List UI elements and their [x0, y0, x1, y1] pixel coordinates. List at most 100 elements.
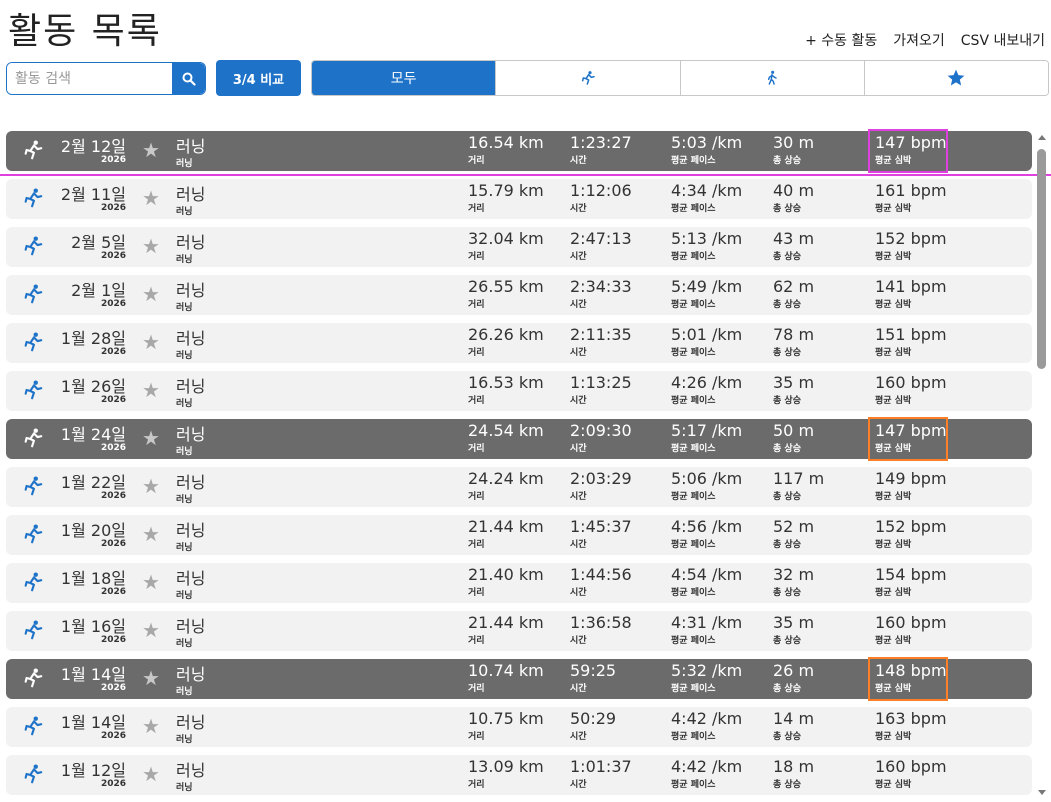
favorite-star-icon[interactable]: ★	[142, 234, 160, 258]
time-value: 1:36:58	[570, 613, 632, 632]
stat-distance: 26.26 km 거리	[468, 325, 544, 358]
running-icon	[24, 236, 43, 256]
activity-type: 러닝	[176, 351, 193, 361]
stat-heart-rate: 147 bpm 평균 심박	[875, 421, 947, 454]
filter-walking-tab[interactable]	[679, 61, 864, 95]
activity-row[interactable]: 2월 12일 2026 ★ 러닝 러닝 16.54 km 거리 1:23:27 시간 5:03 /…	[6, 129, 1032, 173]
time-label: 시간	[570, 588, 587, 598]
activity-name[interactable]: 러닝	[176, 757, 205, 781]
elevation-label: 총 상승	[773, 252, 801, 262]
activity-row[interactable]: 1월 26일 2026 ★ 러닝 러닝 16.53 km 거리 1:13:25 시간 4:26 /…	[6, 371, 1032, 411]
activity-name[interactable]: 러닝	[176, 229, 205, 253]
stat-time: 59:25 시간	[570, 661, 616, 694]
stat-distance: 24.54 km 거리	[468, 421, 544, 454]
export-csv-link[interactable]: CSV 내보내기	[961, 30, 1045, 50]
time-value: 1:12:06	[570, 181, 632, 200]
activity-row[interactable]: 2월 1일 2026 ★ 러닝 러닝 26.55 km 거리 2:34:33 시간 5:49 /k…	[6, 275, 1032, 315]
favorite-star-icon[interactable]: ★	[142, 378, 160, 402]
favorite-star-icon[interactable]: ★	[142, 522, 160, 546]
favorite-star-icon[interactable]: ★	[142, 714, 160, 738]
activity-name[interactable]: 러닝	[176, 373, 205, 397]
elevation-label: 총 상승	[773, 636, 801, 646]
activity-year: 2026	[100, 539, 126, 549]
pace-value: 4:34 /km	[671, 181, 743, 200]
search-input[interactable]	[7, 63, 172, 94]
activity-name[interactable]: 러닝	[176, 421, 205, 445]
stat-heart-rate: 154 bpm 평균 심박	[875, 565, 947, 598]
activity-year: 2026	[100, 155, 126, 165]
distance-label: 거리	[468, 444, 485, 454]
favorite-star-icon[interactable]: ★	[142, 666, 160, 690]
scroll-down-arrow-icon[interactable]	[1038, 790, 1046, 795]
scroll-thumb[interactable]	[1037, 149, 1046, 369]
filter-running-tab[interactable]	[495, 61, 680, 95]
activity-type: 러닝	[176, 783, 193, 793]
heart-rate-value: 152 bpm	[875, 229, 947, 248]
running-icon	[24, 476, 43, 496]
stat-time: 2:03:29 시간	[570, 469, 632, 502]
time-label: 시간	[570, 396, 587, 406]
search-button[interactable]	[172, 63, 205, 94]
stat-elevation: 50 m 총 상승	[773, 421, 814, 454]
activity-row[interactable]: 2월 11일 2026 ★ 러닝 러닝 15.79 km 거리 1:12:06 시간 4:34 /…	[6, 179, 1032, 219]
activity-name[interactable]: 러닝	[176, 325, 205, 349]
scrollbar[interactable]	[1035, 131, 1048, 799]
activity-name[interactable]: 러닝	[176, 133, 205, 157]
time-value: 1:13:25	[570, 373, 632, 392]
time-value: 2:34:33	[570, 277, 632, 296]
favorite-star-icon[interactable]: ★	[142, 186, 160, 210]
compare-button[interactable]: 3/4 비교	[216, 60, 301, 96]
activity-name[interactable]: 러닝	[176, 565, 205, 589]
filter-all-tab[interactable]: 모두	[312, 61, 496, 95]
activity-name[interactable]: 러닝	[176, 517, 205, 541]
stat-time: 1:23:27 시간	[570, 133, 632, 166]
activity-row[interactable]: 1월 28일 2026 ★ 러닝 러닝 26.26 km 거리 2:11:35 시간 5:01 /…	[6, 323, 1032, 363]
distance-label: 거리	[468, 684, 485, 694]
favorite-star-icon[interactable]: ★	[142, 618, 160, 642]
favorite-star-icon[interactable]: ★	[142, 138, 160, 162]
running-icon	[24, 188, 43, 208]
scroll-up-arrow-icon[interactable]	[1038, 135, 1046, 140]
activity-name[interactable]: 러닝	[176, 661, 205, 685]
time-value: 1:01:37	[570, 757, 632, 776]
running-icon	[24, 428, 43, 448]
activity-row[interactable]: 1월 24일 2026 ★ 러닝 러닝 24.54 km 거리 2:09:30 시간 5:17 /…	[6, 417, 1032, 461]
activity-year: 2026	[100, 203, 126, 213]
import-link[interactable]: 가져오기	[893, 30, 945, 50]
activity-row[interactable]: 1월 20일 2026 ★ 러닝 러닝 21.44 km 거리 1:45:37 시간 4:56 /…	[6, 515, 1032, 555]
activity-type: 러닝	[176, 303, 193, 313]
distance-value: 26.26 km	[468, 325, 544, 344]
filter-favorites-tab[interactable]	[863, 61, 1048, 95]
stat-heart-rate: 149 bpm 평균 심박	[875, 469, 947, 502]
time-label: 시간	[570, 348, 587, 358]
activity-row[interactable]: 1월 14일 2026 ★ 러닝 러닝 10.74 km 거리 59:25 시간 5:32 /km…	[6, 657, 1032, 701]
stat-elevation: 32 m 총 상승	[773, 565, 814, 598]
activity-row[interactable]: 2월 5일 2026 ★ 러닝 러닝 32.04 km 거리 2:47:13 시간 5:13 /k…	[6, 227, 1032, 267]
top-actions: + 수동 활동 가져오기 CSV 내보내기	[805, 30, 1045, 50]
distance-value: 13.09 km	[468, 757, 544, 776]
favorite-star-icon[interactable]: ★	[142, 474, 160, 498]
stat-heart-rate: 163 bpm 평균 심박	[875, 709, 947, 742]
favorite-star-icon[interactable]: ★	[142, 570, 160, 594]
favorite-star-icon[interactable]: ★	[142, 426, 160, 450]
favorite-star-icon[interactable]: ★	[142, 330, 160, 354]
activity-name[interactable]: 러닝	[176, 181, 205, 205]
activity-row[interactable]: 1월 14일 2026 ★ 러닝 러닝 10.75 km 거리 50:29 시간 4:42 /km…	[6, 707, 1032, 747]
favorite-star-icon[interactable]: ★	[142, 762, 160, 786]
activity-row[interactable]: 1월 22일 2026 ★ 러닝 러닝 24.24 km 거리 2:03:29 시간 5:06 /…	[6, 467, 1032, 507]
elevation-label: 총 상승	[773, 396, 801, 406]
distance-label: 거리	[468, 588, 485, 598]
activity-name[interactable]: 러닝	[176, 469, 205, 493]
favorite-star-icon[interactable]: ★	[142, 282, 160, 306]
stat-pace: 5:13 /km 평균 페이스	[671, 229, 742, 262]
manual-activity-link[interactable]: + 수동 활동	[805, 30, 877, 50]
activity-row[interactable]: 1월 18일 2026 ★ 러닝 러닝 21.40 km 거리 1:44:56 시간 4:54 /…	[6, 563, 1032, 603]
activity-row[interactable]: 1월 12일 2026 ★ 러닝 러닝 13.09 km 거리 1:01:37 시간 4:42 /…	[6, 755, 1032, 795]
activity-name[interactable]: 러닝	[176, 709, 205, 733]
stat-elevation: 30 m 총 상승	[773, 133, 814, 166]
activity-name[interactable]: 러닝	[176, 613, 205, 637]
activity-row[interactable]: 1월 16일 2026 ★ 러닝 러닝 21.44 km 거리 1:36:58 시간 4:31 /…	[6, 611, 1032, 651]
stat-pace: 4:42 /km 평균 페이스	[671, 709, 742, 742]
stat-distance: 26.55 km 거리	[468, 277, 544, 310]
activity-name[interactable]: 러닝	[176, 277, 205, 301]
